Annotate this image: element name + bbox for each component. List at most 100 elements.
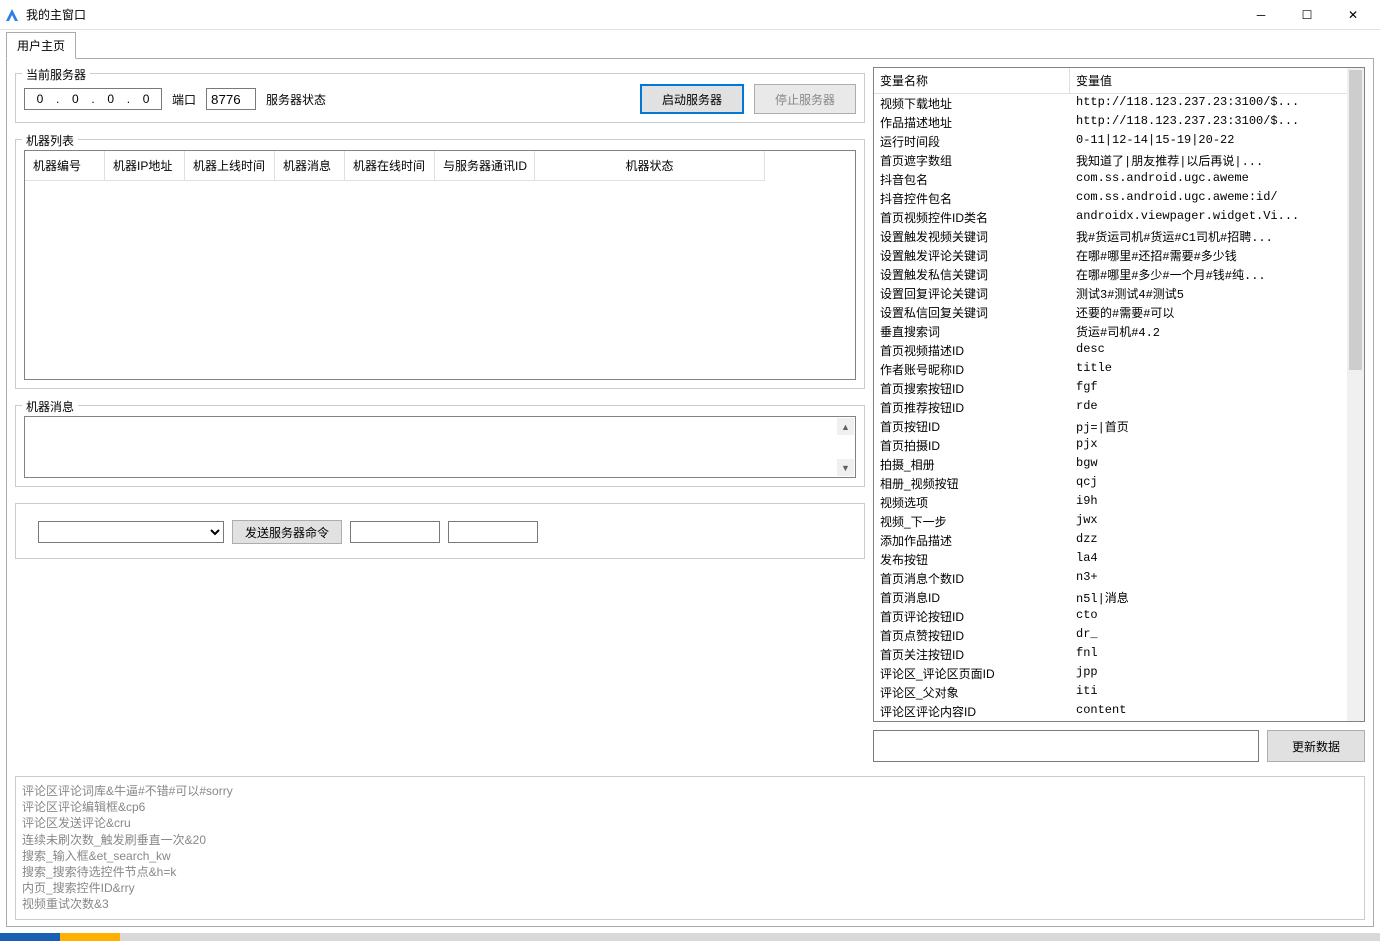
variable-name-cell: 首页推荐按钮ID — [874, 398, 1070, 417]
tab-user-home[interactable]: 用户主页 — [6, 32, 76, 59]
variable-row[interactable]: 评论区评论内容IDcontent — [874, 702, 1364, 721]
variable-row[interactable]: 首页拍摄IDpjx — [874, 436, 1364, 455]
variable-value-cell: content — [1070, 702, 1364, 721]
machine-msg-textarea[interactable]: ▲ ▼ — [24, 416, 856, 478]
variable-row[interactable]: 运行时间段0-11|12-14|15-19|20-22 — [874, 132, 1364, 151]
variable-row[interactable]: 拍摄_相册bgw — [874, 455, 1364, 474]
variable-row[interactable]: 首页消息个数IDn3+ — [874, 569, 1364, 588]
variable-row[interactable]: 添加作品描述dzz — [874, 531, 1364, 550]
ip-octet-3[interactable] — [96, 89, 126, 109]
variable-row[interactable]: 设置触发私信关键词在哪#哪里#多少#一个月#钱#纯... — [874, 265, 1364, 284]
variable-value-cell: bgw — [1070, 455, 1364, 474]
scroll-down-icon[interactable]: ▼ — [837, 459, 854, 476]
variable-row[interactable]: 发布按钮la4 — [874, 550, 1364, 569]
scroll-up-icon[interactable]: ▲ — [837, 418, 854, 435]
variable-row[interactable]: 设置触发视频关键词我#货运司机#货运#C1司机#招聘... — [874, 227, 1364, 246]
window-title: 我的主窗口 — [26, 6, 86, 23]
variable-row[interactable]: 视频选项i9h — [874, 493, 1364, 512]
variable-row[interactable]: 评论区_评论区页面IDjpp — [874, 664, 1364, 683]
variable-row[interactable]: 视频_下一步jwx — [874, 512, 1364, 531]
variable-scrollbar[interactable] — [1347, 68, 1364, 721]
variable-row[interactable]: 抖音控件包名com.ss.android.ugc.aweme:id/ — [874, 189, 1364, 208]
variable-row[interactable]: 评论区_父对象iti — [874, 683, 1364, 702]
variable-name-cell: 首页视频控件ID类名 — [874, 208, 1070, 227]
variable-row[interactable]: 设置私信回复关键词还要的#需要#可以 — [874, 303, 1364, 322]
variable-row[interactable]: 首页搜索按钮IDfgf — [874, 379, 1364, 398]
machine-list-header[interactable]: 机器状态 — [535, 151, 765, 181]
variable-name-cell: 作者账号昵称ID — [874, 360, 1070, 379]
variable-row[interactable]: 抖音包名com.ss.android.ugc.aweme — [874, 170, 1364, 189]
ip-octet-2[interactable] — [60, 89, 90, 109]
variable-value-cell: iti — [1070, 683, 1364, 702]
variable-row[interactable]: 设置回复评论关键词测试3#测试4#测试5 — [874, 284, 1364, 303]
ip-octet-4[interactable] — [131, 89, 161, 109]
port-input[interactable] — [206, 88, 256, 110]
scrollbar-thumb[interactable] — [1349, 70, 1362, 370]
variable-name-cell: 评论区_父对象 — [874, 683, 1070, 702]
machine-list-header[interactable]: 机器在线时间 — [345, 151, 435, 181]
variable-row[interactable]: 首页推荐按钮IDrde — [874, 398, 1364, 417]
variable-row[interactable]: 作者账号昵称IDtitle — [874, 360, 1364, 379]
stop-server-button[interactable]: 停止服务器 — [754, 84, 856, 114]
variable-value-cell: 我知道了|朋友推荐|以后再说|... — [1070, 151, 1364, 170]
variable-name-cell: 首页遮字数组 — [874, 151, 1070, 170]
machine-list-header[interactable]: 机器上线时间 — [185, 151, 275, 181]
variable-row[interactable]: 首页遮字数组我知道了|朋友推荐|以后再说|... — [874, 151, 1364, 170]
variable-row[interactable]: 首页视频描述IDdesc — [874, 341, 1364, 360]
send-command-button[interactable]: 发送服务器命令 — [232, 520, 342, 544]
command-input-1[interactable] — [350, 521, 440, 543]
variable-row[interactable]: 垂直搜索词货运#司机#4.2 — [874, 322, 1364, 341]
update-data-button[interactable]: 更新数据 — [1267, 730, 1365, 762]
variable-name-cell: 首页视频描述ID — [874, 341, 1070, 360]
ip-octet-1[interactable] — [25, 89, 55, 109]
machine-list-title: 机器列表 — [22, 132, 78, 149]
variable-value-cell: jwx — [1070, 512, 1364, 531]
variable-name-cell: 首页点赞按钮ID — [874, 626, 1070, 645]
maximize-button[interactable]: ☐ — [1284, 0, 1330, 30]
variable-row[interactable]: 作品描述地址http://118.123.237.23:3100/$... — [874, 113, 1364, 132]
variable-name-cell: 首页消息个数ID — [874, 569, 1070, 588]
variable-name-cell: 视频选项 — [874, 493, 1070, 512]
variable-name-cell: 抖音包名 — [874, 170, 1070, 189]
machine-list-table[interactable]: 机器编号机器IP地址机器上线时间机器消息机器在线时间与服务器通讯ID机器状态 — [24, 150, 856, 380]
variable-row[interactable]: 设置触发评论关键词在哪#哪里#还招#需要#多少钱 — [874, 246, 1364, 265]
variable-row[interactable]: 首页点赞按钮IDdr_ — [874, 626, 1364, 645]
variable-value-cell: pj=|首页 — [1070, 417, 1364, 436]
variable-row[interactable]: 视频下载地址http://118.123.237.23:3100/$... — [874, 94, 1364, 113]
command-input-2[interactable] — [448, 521, 538, 543]
machine-list-header[interactable]: 与服务器通讯ID — [435, 151, 535, 181]
variable-row[interactable]: 相册_视频按钮qcj — [874, 474, 1364, 493]
var-header-name: 变量名称 — [874, 68, 1070, 94]
close-button[interactable]: ✕ — [1330, 0, 1376, 30]
update-input[interactable] — [873, 730, 1259, 762]
variable-value-cell: la4 — [1070, 550, 1364, 569]
variable-name-cell: 评论区评论内容ID — [874, 702, 1070, 721]
machine-list-header[interactable]: 机器编号 — [25, 151, 105, 181]
minimize-button[interactable]: ─ — [1238, 0, 1284, 30]
variable-row[interactable]: 首页消息IDn5l|消息 — [874, 588, 1364, 607]
machine-list-header[interactable]: 机器IP地址 — [105, 151, 185, 181]
variable-name-cell: 设置触发评论关键词 — [874, 246, 1070, 265]
machine-list-header[interactable]: 机器消息 — [275, 151, 345, 181]
title-bar: 我的主窗口 ─ ☐ ✕ — [0, 0, 1380, 30]
variable-name-cell: 首页拍摄ID — [874, 436, 1070, 455]
variable-name-cell: 首页评论按钮ID — [874, 607, 1070, 626]
variable-value-cell: pjx — [1070, 436, 1364, 455]
variable-name-cell: 首页关注按钮ID — [874, 645, 1070, 664]
variable-name-cell: 首页按钮ID — [874, 417, 1070, 436]
variable-value-cell: n3+ — [1070, 569, 1364, 588]
variable-value-cell: desc — [1070, 341, 1364, 360]
log-line: 内页_搜索控件ID&rry — [22, 880, 1358, 896]
command-dropdown[interactable] — [38, 521, 224, 543]
variable-name-cell: 拍摄_相册 — [874, 455, 1070, 474]
variable-row[interactable]: 首页评论按钮IDcto — [874, 607, 1364, 626]
variable-row[interactable]: 首页按钮IDpj=|首页 — [874, 417, 1364, 436]
variable-table[interactable]: 变量名称 变量值 视频下载地址http://118.123.237.23:310… — [873, 67, 1365, 722]
machine-list-groupbox: 机器列表 机器编号机器IP地址机器上线时间机器消息机器在线时间与服务器通讯ID机… — [15, 139, 865, 389]
variable-row[interactable]: 首页视频控件ID类名androidx.viewpager.widget.Vi..… — [874, 208, 1364, 227]
variable-row[interactable]: 首页关注按钮IDfnl — [874, 645, 1364, 664]
start-server-button[interactable]: 启动服务器 — [640, 84, 744, 114]
variable-value-cell: http://118.123.237.23:3100/$... — [1070, 113, 1364, 132]
variable-value-cell: jpp — [1070, 664, 1364, 683]
variable-value-cell: com.ss.android.ugc.aweme:id/ — [1070, 189, 1364, 208]
